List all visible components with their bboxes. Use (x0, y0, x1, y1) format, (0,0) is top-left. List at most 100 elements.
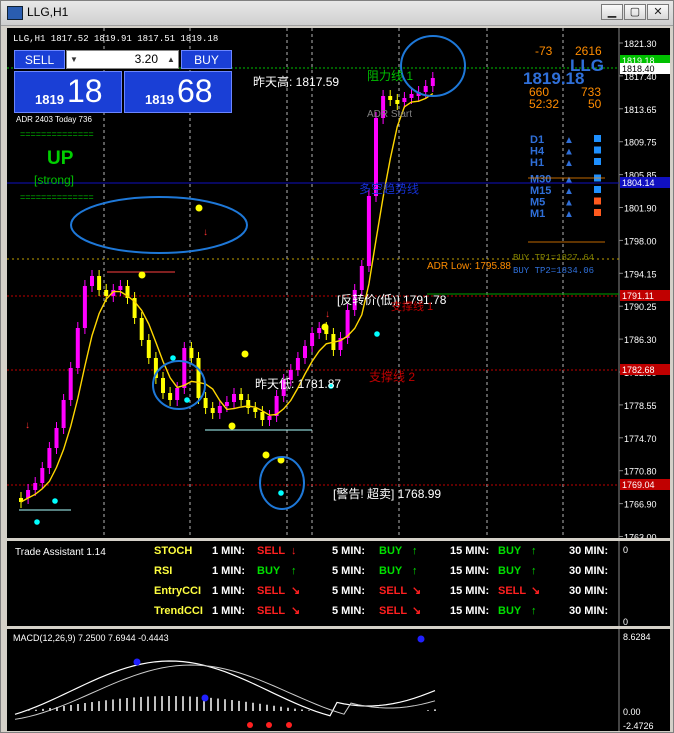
lot-size-input[interactable]: ▼ 3.20 ▲ (66, 50, 179, 69)
trend-strength: [strong] (34, 173, 74, 187)
tf-status-box (594, 146, 601, 154)
ta-indicator-name: RSI (154, 565, 172, 577)
ta-signal-arrow-icon: ↑ (531, 565, 537, 577)
macd-cross-dot (266, 722, 272, 728)
terminal-window: LLG,H1 ▁ ▢ ✕ ↓ ↓ ↓ 1821.30 1817.40 1813.65 18… (0, 0, 674, 733)
ta-signal-value: BUY (498, 605, 522, 617)
tf-status-box (594, 186, 601, 193)
adr-low-label: ADR Low: 1795.88 (427, 261, 511, 272)
sell-button[interactable]: SELL (14, 50, 65, 69)
lot-decrease-icon[interactable]: ▼ (69, 53, 79, 66)
ta-timeframe-label: 30 MIN: (569, 545, 608, 557)
candle-body (402, 98, 407, 102)
ta-timeframe-label: 30 MIN: (569, 605, 608, 617)
ta-signal-value: BUY (379, 565, 403, 577)
axis-tick-label: 1798.00 (624, 236, 657, 246)
ta-timeframe-label: 5 MIN: (332, 605, 365, 617)
tf-status-box (594, 209, 601, 216)
ta-timeframe-label: 15 MIN: (450, 545, 489, 557)
candle-body (388, 96, 393, 100)
close-button[interactable]: ✕ (647, 4, 669, 20)
chart-area[interactable]: ↓ ↓ ↓ 1821.30 1817.40 1813.65 1809.75 1805.85 1… (7, 28, 670, 731)
ta-timeframe-label: 30 MIN: (569, 565, 608, 577)
ta-indicator-name: TrendCCI (154, 605, 203, 617)
price-tag-label: 1782.68 (622, 365, 655, 375)
tf-label: H1 (530, 157, 544, 169)
trend-direction: UP (47, 148, 74, 169)
price-tag-label: 1818.40 (622, 64, 655, 74)
macd-cross-dot (286, 722, 292, 728)
buy-button[interactable]: BUY (181, 50, 232, 69)
candle-body (33, 483, 38, 490)
axis-tick-label: 1809.75 (624, 138, 657, 148)
candle-body (54, 428, 59, 448)
buy-signal-dot (34, 519, 40, 525)
candle-body (295, 358, 300, 370)
maximize-button[interactable]: ▢ (624, 4, 646, 20)
ta-timeframe-label: 5 MIN: (332, 585, 365, 597)
timeframe-table: D1 ▲ H4 ▲ H1 ▲ M30 ▲ M15 ▲ M5 ▲ M1 ▲ (528, 134, 605, 243)
tf-arrow-icon: ▲ (564, 135, 574, 146)
ta-timeframe-label: 5 MIN: (332, 565, 365, 577)
trend-dashes-top: ============== (20, 129, 94, 139)
candle-body (232, 394, 236, 402)
candle-body (409, 94, 414, 98)
signal-dot (321, 323, 329, 331)
candle-body (310, 333, 315, 346)
candle-body (210, 408, 215, 413)
ta-signal-arrow-icon: ↘ (531, 585, 540, 597)
annotation-circle (259, 456, 305, 510)
ta-signal-value: SELL (257, 585, 285, 597)
tf-status-box (594, 158, 601, 165)
resistance-1-label: 阻力线 1 (367, 69, 413, 83)
ta-signal-arrow-icon: ↑ (531, 545, 537, 557)
candle-body (75, 328, 80, 368)
candle-body (317, 328, 322, 333)
macd-cross-dot (247, 722, 253, 728)
candle-body (224, 402, 229, 406)
axis-tick-label: 1813.65 (624, 105, 657, 115)
candle-body (267, 416, 272, 420)
tf-label: M5 (530, 197, 545, 209)
price-tag-label: 1791.11 (622, 291, 654, 301)
minimize-button[interactable]: ▁ (601, 4, 623, 20)
ta-timeframe-label: 1 MIN: (212, 585, 245, 597)
info-time: 52:32 (529, 97, 559, 111)
buy-signal-dot (374, 331, 380, 337)
trend-line-label: 多空趋势线 (359, 182, 419, 196)
buy-price-pips: 68 (177, 73, 213, 109)
ta-signal-value: SELL (379, 585, 407, 597)
candle-body (239, 394, 244, 400)
sell-price-box[interactable]: 1819 18 (14, 71, 122, 113)
annotation-circle (70, 196, 248, 254)
candle-body (68, 368, 73, 400)
tf-label: M30 (530, 174, 551, 186)
ta-signal-arrow-icon: ↑ (412, 565, 418, 577)
axis-tick-label: 1786.30 (624, 335, 657, 345)
support-1-label: 支撑线 1 (391, 299, 433, 313)
info-value-5: 50 (588, 97, 602, 111)
ta-timeframe-label: 1 MIN: (212, 545, 245, 557)
ta-signal-value: SELL (498, 585, 526, 597)
signal-dot (241, 350, 249, 358)
axis-tick-label: 1770.80 (624, 467, 657, 477)
ta-timeframe-label: 30 MIN: (569, 585, 608, 597)
signal-dot (228, 422, 236, 430)
candle-body (423, 86, 428, 92)
ta-signal-arrow-icon: ↘ (412, 605, 421, 617)
ta-indicator-name: STOCH (154, 545, 192, 557)
sell-arrow-icon: ↓ (325, 309, 330, 320)
buy-signal-dot (52, 498, 58, 504)
ta-signal-value: BUY (498, 545, 522, 557)
sell-price-pips: 18 (67, 73, 103, 109)
sell-arrow-icon: ↓ (25, 420, 30, 431)
candle-body (175, 388, 180, 400)
macd-axis-top: 8.6284 (623, 632, 651, 642)
buy-price-box[interactable]: 1819 68 (124, 71, 232, 113)
axis-tick-label: 1766.90 (624, 500, 657, 510)
tf-status-box (594, 197, 601, 205)
candle-body (203, 398, 208, 408)
ta-timeframe-label: 5 MIN: (332, 545, 365, 557)
buy-price-prefix: 1819 (145, 92, 174, 107)
lot-increase-icon[interactable]: ▲ (166, 53, 176, 66)
